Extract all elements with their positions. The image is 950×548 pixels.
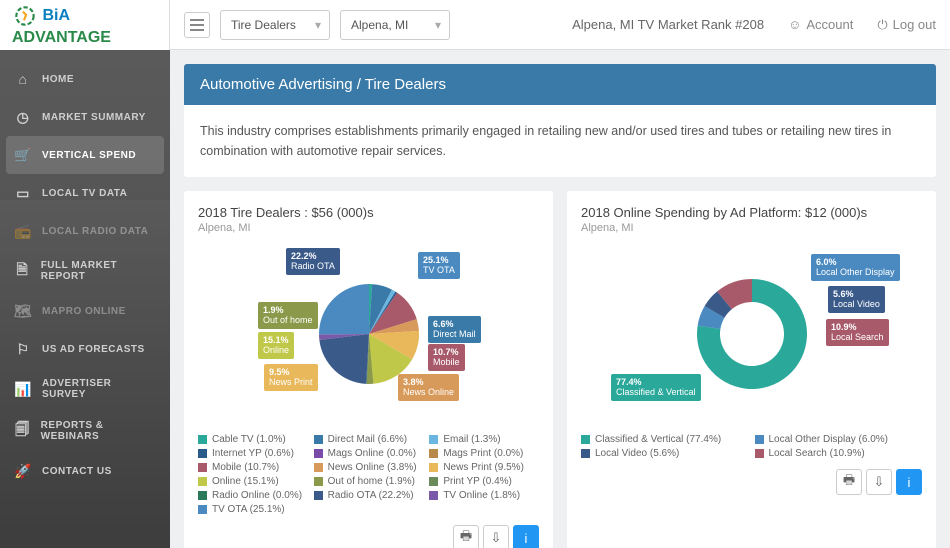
nav-icon: ⌂ [14,70,32,88]
nav-market-summary[interactable]: ◷ MARKET SUMMARY [0,98,170,136]
menu-toggle[interactable] [184,12,210,38]
nav-home[interactable]: ⌂ HOME [0,60,170,98]
donut-chart-online: 6.0%Local Other Display 5.6%Local Video 10… [581,244,922,424]
callout: 3.8%News Online [398,374,459,401]
legend-item: Internet YP (0.6%) [198,448,308,459]
legend-item: TV OTA (25.1%) [198,504,308,515]
nav-icon: 🗺 [14,302,32,320]
print-button[interactable]: 🖶 [453,525,479,548]
legend-item: Mags Print (0.0%) [429,448,539,459]
nav-us-ad-forecasts[interactable]: ⚐ US AD FORECASTS [0,330,170,368]
nav-icon: ▭ [14,184,32,202]
callout: 10.9%Local Search [826,319,889,346]
page-banner: Automotive Advertising / Tire Dealers [184,64,936,105]
legend-item: Mags Online (0.0%) [314,448,424,459]
nav-reports-webinars[interactable]: 🗐 REPORTS & WEBINARS [0,410,170,452]
callout: 5.6%Local Video [828,286,885,313]
legend-item: Classified & Vertical (77.4%) [581,434,749,445]
callout: 22.2%Radio OTA [286,248,340,275]
legend-item: TV Online (1.8%) [429,490,539,501]
nav-icon: 🚀 [14,462,32,480]
nav-label: ADVERTISER SURVEY [42,378,156,400]
nav-full-market-report[interactable]: 🗎 FULL MARKET REPORT [0,250,170,292]
nav-label: REPORTS & WEBINARS [41,420,156,442]
pie-chart-spend: 22.2%Radio OTA 25.1%TV OTA 1.9%Out of home… [198,244,539,424]
legend-item: News Print (9.5%) [429,462,539,473]
nav-label: US AD FORECASTS [42,344,145,355]
legend-item: Direct Mail (6.6%) [314,434,424,445]
legend-item: Out of home (1.9%) [314,476,424,487]
card-title: 2018 Online Spending by Ad Platform: $12… [581,205,922,220]
legend-item: Online (15.1%) [198,476,308,487]
nav-icon: ◷ [14,108,32,126]
legend-item: Local Search (10.9%) [755,448,923,459]
nav-label: LOCAL TV DATA [42,188,127,199]
legend-item: Print YP (0.4%) [429,476,539,487]
export-button[interactable]: ⇩ [866,469,892,495]
nav-label: MARKET SUMMARY [42,112,146,123]
nav-icon: 🗎 [14,262,31,280]
card-subtitle: Alpena, MI [581,222,922,234]
nav-label: FULL MARKET REPORT [41,260,156,282]
nav-mapro-online: 🗺 MAPRO ONLINE [0,292,170,330]
nav-icon: 🛒 [14,146,32,164]
account-link[interactable]: ☺Account [788,17,853,32]
info-button[interactable]: i [513,525,539,548]
nav-label: CONTACT US [42,466,112,477]
logo: BiAADVANTAGE [0,0,170,50]
callout: 77.4%Classified & Vertical [611,374,701,401]
industry-description: This industry comprises establishments p… [184,105,936,177]
nav-advertiser-survey[interactable]: 📊 ADVERTISER SURVEY [0,368,170,410]
nav-label: HOME [42,74,74,85]
callout: 1.9%Out of home [258,302,318,329]
nav-contact-us[interactable]: 🚀 CONTACT US [0,452,170,490]
callout: 25.1%TV OTA [418,252,460,279]
legend-item: Radio OTA (22.2%) [314,490,424,501]
spend-breakdown-card: 2018 Tire Dealers : $56 (000)s Alpena, M… [184,191,553,548]
legend-item: Local Video (5.6%) [581,448,749,459]
logout-link[interactable]: ⏻Log out [877,17,936,33]
market-select[interactable]: Alpena, MI [340,10,450,40]
callout: 6.0%Local Other Display [811,254,900,281]
legend-item: Mobile (10.7%) [198,462,308,473]
nav-label: LOCAL RADIO DATA [42,226,148,237]
nav-label: VERTICAL SPEND [42,150,136,161]
card-title: 2018 Tire Dealers : $56 (000)s [198,205,539,220]
card-subtitle: Alpena, MI [198,222,539,234]
nav-icon: ⚐ [14,340,32,358]
legend-item: Local Other Display (6.0%) [755,434,923,445]
export-button[interactable]: ⇩ [483,525,509,548]
vertical-select[interactable]: Tire Dealers [220,10,330,40]
legend-item: Cable TV (1.0%) [198,434,308,445]
print-button[interactable]: 🖶 [836,469,862,495]
callout: 9.5%News Print [264,364,318,391]
power-icon: ⏻ [877,17,887,33]
nav-vertical-spend[interactable]: 🛒 VERTICAL SPEND [6,136,164,174]
nav-icon: 📊 [14,380,32,398]
legend-item: News Online (3.8%) [314,462,424,473]
callout: 10.7%Mobile [428,344,465,371]
market-rank: Alpena, MI TV Market Rank #208 [572,17,764,32]
callout: 6.6%Direct Mail [428,316,481,343]
user-icon: ☺ [788,17,801,32]
callout: 15.1%Online [258,332,294,359]
nav-icon: 🗐 [14,422,31,440]
nav-local-radio-data: 📻 LOCAL RADIO DATA [0,212,170,250]
online-platform-card: 2018 Online Spending by Ad Platform: $12… [567,191,936,548]
info-button[interactable]: i [896,469,922,495]
legend-item: Email (1.3%) [429,434,539,445]
nav-local-tv-data[interactable]: ▭ LOCAL TV DATA [0,174,170,212]
nav-label: MAPRO ONLINE [42,306,126,317]
nav-icon: 📻 [14,222,32,240]
legend-item: Radio Online (0.0%) [198,490,308,501]
